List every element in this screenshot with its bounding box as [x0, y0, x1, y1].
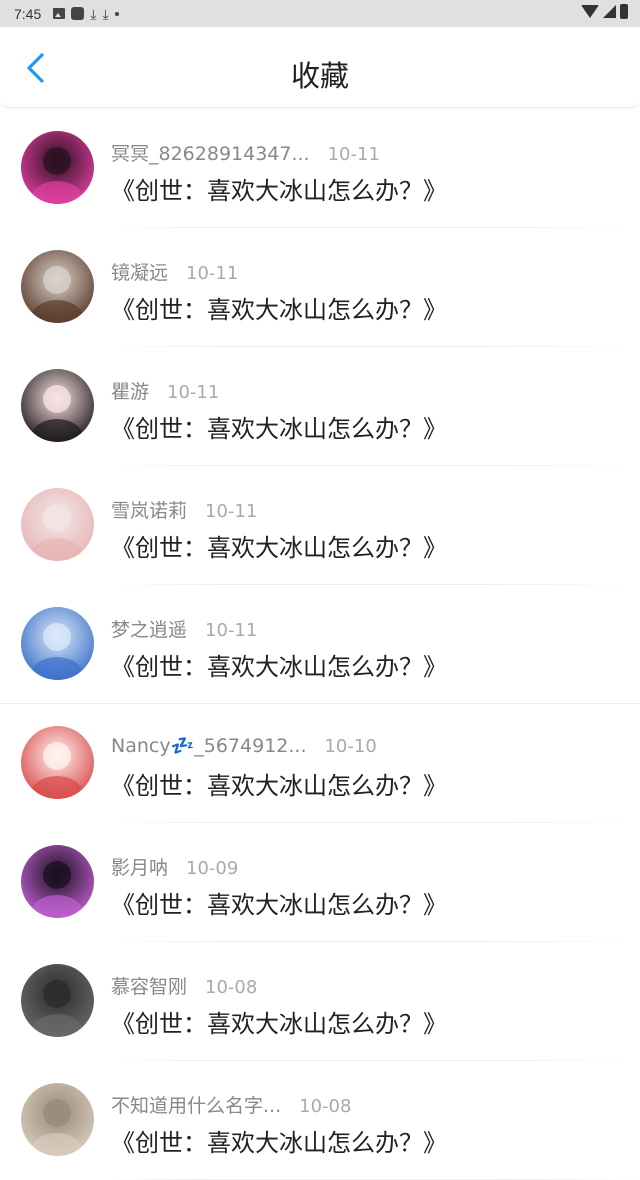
- avatar[interactable]: [21, 250, 94, 323]
- date: 10-10: [324, 736, 377, 757]
- date: 10-11: [186, 263, 239, 284]
- signal-icon: [603, 5, 616, 18]
- avatar[interactable]: [21, 488, 94, 561]
- list-item[interactable]: 影月呐 10-09 《创世：喜欢大冰山怎么办？》: [0, 823, 640, 942]
- avatar[interactable]: [21, 1083, 94, 1156]
- status-bar: 7:45 ⤓ ⤓: [0, 0, 640, 27]
- date: 10-08: [299, 1096, 352, 1117]
- username[interactable]: 瞿游: [111, 377, 149, 404]
- page-title: 收藏: [290, 59, 349, 93]
- favorites-list: 冥冥_82628914347... 10-11 《创世：喜欢大冰山怎么办？》 镜凝远 1…: [0, 109, 640, 1180]
- system-icons: [581, 4, 628, 19]
- dot-icon: [114, 11, 119, 16]
- square-icon: [71, 7, 85, 20]
- avatar[interactable]: [21, 964, 94, 1037]
- list-item[interactable]: 瞿游 10-11 《创世：喜欢大冰山怎么办？》: [0, 347, 640, 466]
- header: 收藏: [0, 27, 640, 108]
- favorite-title[interactable]: 《创世：喜欢大冰山怎么办？》: [111, 409, 447, 444]
- wifi-icon: [581, 5, 599, 18]
- date: 10-11: [205, 620, 258, 641]
- list-item[interactable]: 不知道用什么名字... 10-08 《创世：喜欢大冰山怎么办？》: [0, 1061, 640, 1180]
- list-item[interactable]: 镜凝远 10-11 《创世：喜欢大冰山怎么办？》: [0, 228, 640, 347]
- item-meta: 冥冥_82628914347... 10-11: [111, 139, 380, 165]
- username[interactable]: 影月呐: [111, 853, 168, 880]
- list-item[interactable]: Nancy💤_5674912... 10-10 《创世：喜欢大冰山怎么办？》: [0, 704, 640, 823]
- username[interactable]: 梦之逍遥: [111, 615, 187, 642]
- date: 10-11: [205, 501, 258, 522]
- username[interactable]: 镜凝远: [111, 258, 168, 285]
- avatar[interactable]: [21, 369, 94, 442]
- item-meta: 慕容智刚 10-08: [111, 972, 257, 998]
- list-item[interactable]: 冥冥_82628914347... 10-11 《创世：喜欢大冰山怎么办？》: [0, 109, 640, 228]
- item-meta: 雪岚诺莉 10-11: [111, 496, 257, 522]
- favorite-title[interactable]: 《创世：喜欢大冰山怎么办？》: [111, 766, 447, 801]
- section-divider: [0, 703, 640, 704]
- item-meta: Nancy💤_5674912... 10-10: [111, 734, 377, 757]
- username[interactable]: Nancy💤_5674912...: [111, 734, 306, 757]
- favorite-title[interactable]: 《创世：喜欢大冰山怎么办？》: [111, 1004, 447, 1039]
- favorite-title[interactable]: 《创世：喜欢大冰山怎么办？》: [111, 290, 447, 325]
- item-meta: 不知道用什么名字... 10-08: [111, 1091, 351, 1117]
- avatar[interactable]: [21, 726, 94, 799]
- list-item[interactable]: 梦之逍遥 10-11 《创世：喜欢大冰山怎么办？》: [0, 585, 640, 704]
- favorite-title[interactable]: 《创世：喜欢大冰山怎么办？》: [111, 885, 447, 920]
- favorite-title[interactable]: 《创世：喜欢大冰山怎么办？》: [111, 171, 447, 206]
- item-meta: 梦之逍遥 10-11: [111, 615, 257, 641]
- status-time: 7:45: [14, 5, 42, 22]
- list-item[interactable]: 雪岚诺莉 10-11 《创世：喜欢大冰山怎么办？》: [0, 466, 640, 585]
- avatar[interactable]: [21, 845, 94, 918]
- username[interactable]: 慕容智刚: [111, 972, 187, 999]
- username[interactable]: 雪岚诺莉: [111, 496, 187, 523]
- item-meta: 影月呐 10-09: [111, 853, 238, 879]
- item-meta: 瞿游 10-11: [111, 377, 219, 403]
- notification-icons: ⤓ ⤓: [53, 5, 119, 22]
- favorite-title[interactable]: 《创世：喜欢大冰山怎么办？》: [111, 528, 447, 563]
- username[interactable]: 不知道用什么名字...: [111, 1091, 281, 1118]
- date: 10-08: [205, 977, 258, 998]
- username[interactable]: 冥冥_82628914347...: [111, 139, 310, 166]
- date: 10-09: [186, 858, 239, 879]
- list-item[interactable]: 慕容智刚 10-08 《创世：喜欢大冰山怎么办？》: [0, 942, 640, 1061]
- item-meta: 镜凝远 10-11: [111, 258, 238, 284]
- download-icon: ⤓: [90, 5, 97, 22]
- download-icon: ⤓: [102, 5, 109, 22]
- favorite-title[interactable]: 《创世：喜欢大冰山怎么办？》: [111, 647, 447, 682]
- avatar[interactable]: [21, 131, 94, 204]
- date: 10-11: [167, 382, 220, 403]
- favorite-title[interactable]: 《创世：喜欢大冰山怎么办？》: [111, 1123, 447, 1158]
- date: 10-11: [327, 144, 380, 165]
- battery-icon: [620, 4, 628, 19]
- image-icon: [53, 8, 66, 19]
- avatar[interactable]: [21, 607, 94, 680]
